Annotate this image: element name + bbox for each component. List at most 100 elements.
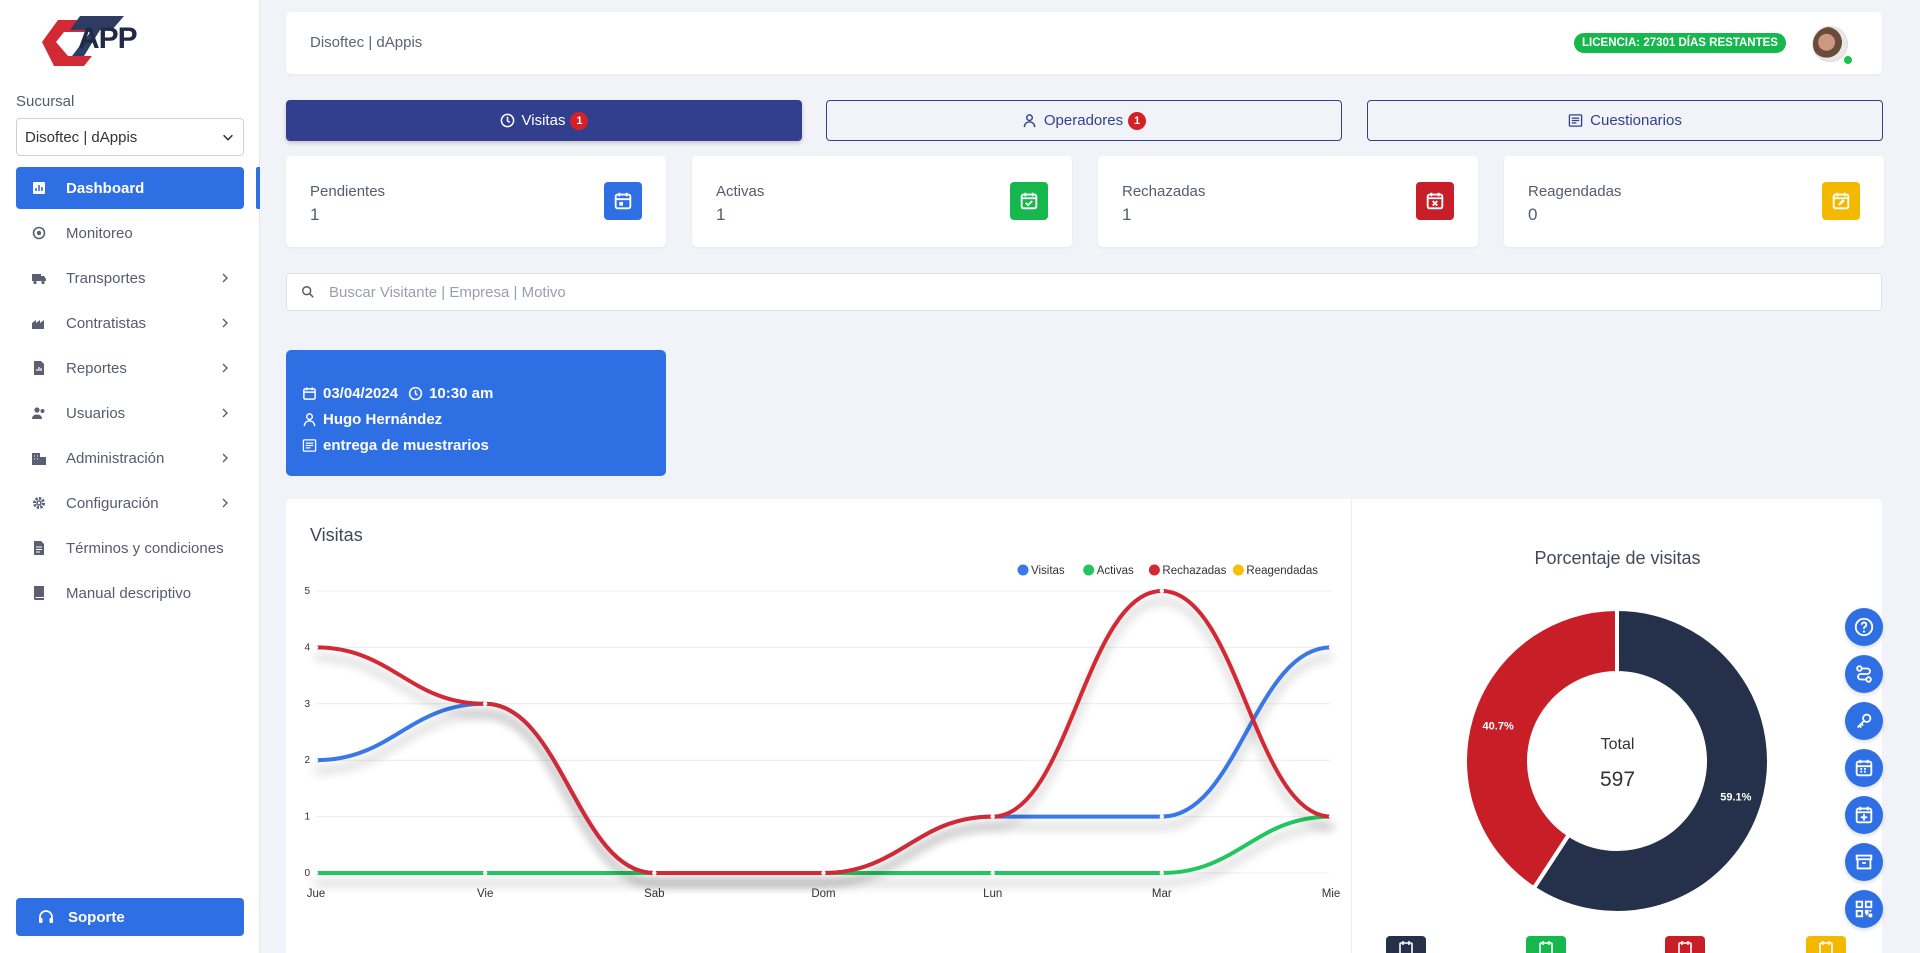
stat-label: Activas [716, 183, 765, 200]
data-point [990, 814, 995, 819]
y-tick-label: 5 [304, 586, 310, 597]
y-tick-label: 3 [304, 699, 310, 710]
calendar-x-icon[interactable] [1665, 936, 1705, 953]
sidebar-item-contratistas[interactable]: Contratistas [16, 302, 244, 344]
data-point [652, 870, 657, 876]
visit-reason: entrega de muestrarios [323, 436, 489, 454]
calendar-check-icon[interactable] [1526, 936, 1566, 953]
legend-marker [1148, 564, 1160, 576]
sidebar-item-label: Términos y condiciones [66, 539, 224, 557]
legend-marker [1083, 564, 1095, 576]
stat-value: 1 [310, 205, 320, 224]
tab-badge: 1 [570, 111, 589, 130]
search-box[interactable] [286, 273, 1882, 311]
data-point [313, 870, 319, 876]
sidebar-item-terminos-y-condiciones[interactable]: Términos y condiciones [16, 527, 244, 569]
chevron-right-icon [222, 273, 228, 283]
sidebar-item-label: Usuarios [66, 404, 126, 422]
x-tick-label: Jue [307, 888, 326, 900]
x-tick-label: Mie [1322, 888, 1341, 900]
legend-marker [1232, 564, 1244, 576]
monitor-eye-icon [30, 224, 48, 242]
search-input[interactable] [329, 283, 1829, 301]
sidebar-item-administracion[interactable]: Administración [16, 437, 244, 479]
data-point [1328, 814, 1334, 819]
calendar-plus-icon[interactable] [1845, 796, 1883, 834]
donut-slice-label: 40.7% [1483, 721, 1514, 733]
x-tick-label: Mar [1152, 888, 1172, 900]
sidebar-item-label: Manual descriptivo [66, 584, 192, 602]
data-point [1328, 870, 1334, 876]
sidebar-item-usuarios[interactable]: Usuarios [16, 392, 244, 434]
support-button[interactable]: Soporte [16, 898, 244, 936]
visit-date: 03/04/2024 [323, 384, 399, 402]
data-point [313, 758, 319, 763]
sidebar-item-label: Transportes [66, 269, 146, 287]
stat-label: Pendientes [310, 183, 386, 200]
users-icon [30, 404, 48, 422]
clock-icon [408, 386, 423, 400]
legend-label: Rechazadas [1162, 565, 1226, 577]
calendar-grid-icon[interactable] [1845, 749, 1883, 787]
sidebar-item-monitoreo[interactable]: Monitoreo [16, 212, 244, 254]
gear-icon [30, 494, 48, 512]
clock-icon [500, 113, 514, 128]
visit-card[interactable]: 03/04/2024 10:30 am Hugo Hernández entre… [286, 350, 666, 476]
sidebar-item-label: Administración [66, 449, 165, 467]
line-chart: 0 1 2 3 4 5 Jue Vie Sab Dom Lun Mar Mie Visitas Activa… [304, 564, 1341, 900]
qr-icon[interactable] [1845, 890, 1883, 928]
branch-select[interactable]: Disoftec | dAppis [16, 118, 244, 156]
legend-label: Visitas [1031, 565, 1065, 577]
tab-label: Visitas [521, 112, 566, 129]
sidebar-item-manual-descriptivo[interactable]: Manual descriptivo [16, 572, 244, 614]
truck-icon [30, 269, 48, 287]
logo-text: APP [78, 22, 138, 55]
legend-label: Activas [1097, 565, 1134, 577]
sidebar-item-label: Contratistas [66, 314, 147, 332]
tab-cuestionarios[interactable]: Cuestionarios [1367, 100, 1883, 141]
tab-visitas[interactable]: Visitas 1 [286, 100, 802, 141]
key-icon[interactable] [1845, 702, 1883, 740]
help-icon[interactable] [1845, 608, 1883, 646]
sidebar-item-dashboard[interactable]: Dashboard [16, 167, 244, 209]
series-line-activas [314, 814, 1333, 875]
document-icon [30, 539, 48, 557]
tab-badge: 1 [1128, 111, 1147, 130]
data-point [1159, 870, 1165, 876]
stat-value: 0 [1528, 205, 1538, 224]
tab-operadores[interactable]: Operadores 1 [826, 100, 1342, 141]
sidebar-item-transportes[interactable]: Transportes [16, 257, 244, 299]
chevron-down-icon [223, 134, 233, 141]
archive-icon[interactable] [1845, 843, 1883, 881]
line-chart-panel: Visitas 0 1 2 3 4 5 Jue Vie Sab Dom Lun Mar Mie Visit… [286, 499, 1351, 953]
stat-card-rechazadas[interactable]: Rechazadas 1 [1098, 156, 1478, 247]
online-status-dot [1842, 54, 1854, 66]
calendar-edit-icon[interactable] [1806, 936, 1846, 953]
data-point [313, 645, 319, 650]
data-point [1159, 588, 1165, 594]
support-label: Soporte [68, 908, 125, 926]
route-icon[interactable] [1845, 655, 1883, 693]
sidebar-item-configuracion[interactable]: Configuración [16, 482, 244, 524]
sidebar-item-reportes[interactable]: Reportes [16, 347, 244, 389]
stat-card-reagendadas[interactable]: Reagendadas 0 [1504, 156, 1884, 247]
chevron-right-icon [222, 453, 228, 463]
branch-label: Sucursal [16, 93, 75, 110]
y-tick-label: 4 [304, 642, 310, 653]
x-tick-label: Sab [644, 888, 664, 900]
stat-card-pendientes[interactable]: Pendientes 1 [286, 156, 666, 247]
calendar-x-icon [1416, 182, 1454, 220]
calendar-icon[interactable] [1386, 936, 1426, 953]
chevron-right-icon [222, 318, 228, 328]
data-point [1159, 814, 1165, 819]
report-file-icon [30, 359, 48, 377]
tab-label: Cuestionarios [1590, 112, 1682, 129]
headset-icon [39, 910, 53, 923]
branch-value: Disoftec | dAppis [25, 128, 138, 146]
data-point [482, 701, 488, 706]
stat-card-activas[interactable]: Activas 1 [692, 156, 1072, 247]
building-icon [30, 449, 48, 467]
user-icon [1023, 114, 1036, 128]
search-icon [302, 286, 314, 298]
sidebar-item-label: Reportes [66, 359, 127, 377]
